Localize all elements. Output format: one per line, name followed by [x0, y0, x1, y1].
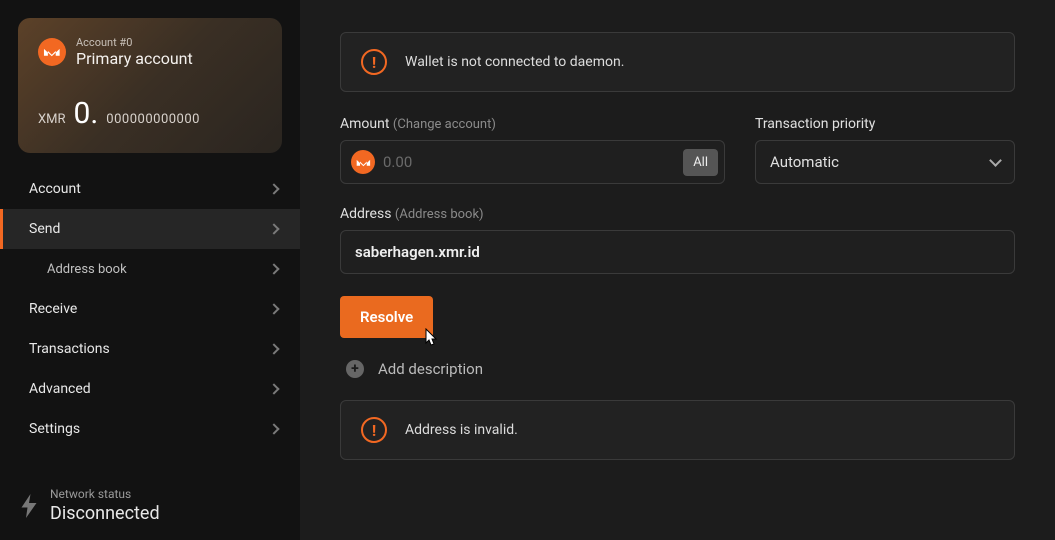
priority-selected: Automatic: [770, 153, 839, 171]
amount-label-wrap: Amount (Change account): [340, 116, 725, 132]
sidebar-item-label: Advanced: [29, 381, 91, 397]
sidebar-item-transactions[interactable]: Transactions: [0, 329, 300, 369]
sidebar-menu: Account Send Address book Receive Transa…: [0, 169, 300, 471]
chevron-right-icon: [268, 223, 279, 234]
warning-icon: !: [361, 49, 387, 75]
sidebar-item-settings[interactable]: Settings: [0, 409, 300, 449]
warning-icon: !: [361, 417, 387, 443]
main-content: ! Wallet is not connected to daemon. Amo…: [300, 0, 1055, 540]
address-label-wrap: Address (Address book): [340, 206, 1015, 222]
add-description-button[interactable]: + Add description: [346, 360, 1015, 378]
monero-logo-icon: [38, 38, 66, 66]
balance-integer: 0.: [74, 96, 99, 131]
network-status-label: Network status: [50, 487, 160, 501]
amount-input-box[interactable]: All: [340, 140, 725, 184]
address-input-box[interactable]: [340, 230, 1015, 274]
change-account-link[interactable]: (Change account): [393, 117, 496, 132]
address-label: Address: [340, 206, 391, 222]
chevron-right-icon: [268, 183, 279, 194]
sidebar-item-label: Account: [29, 181, 81, 197]
priority-label: Transaction priority: [755, 116, 1015, 132]
sidebar-item-receive[interactable]: Receive: [0, 289, 300, 329]
amount-input[interactable]: [383, 153, 675, 171]
daemon-warning-alert: ! Wallet is not connected to daemon.: [340, 32, 1015, 92]
chevron-right-icon: [268, 423, 279, 434]
sidebar-item-address-book[interactable]: Address book: [0, 249, 300, 289]
cursor-icon: [423, 328, 439, 348]
account-name: Primary account: [76, 49, 193, 68]
sidebar-item-account[interactable]: Account: [0, 169, 300, 209]
account-balance: XMR 0. 000000000000: [38, 96, 262, 131]
amount-label: Amount: [340, 116, 389, 132]
plus-icon: +: [346, 360, 364, 378]
alert-text: Address is invalid.: [405, 422, 518, 438]
invalid-address-alert: ! Address is invalid.: [340, 400, 1015, 460]
chevron-down-icon: [989, 154, 1002, 167]
priority-select[interactable]: Automatic: [755, 140, 1015, 184]
chevron-right-icon: [268, 303, 279, 314]
currency-label: XMR: [38, 112, 66, 127]
monero-logo-icon: [351, 150, 375, 174]
chevron-right-icon: [268, 263, 279, 274]
account-number: Account #0: [76, 36, 193, 49]
sidebar-item-label: Send: [29, 221, 60, 237]
sidebar-item-advanced[interactable]: Advanced: [0, 369, 300, 409]
chevron-right-icon: [268, 383, 279, 394]
sidebar: Account #0 Primary account XMR 0. 000000…: [0, 0, 300, 540]
sidebar-item-label: Receive: [29, 301, 77, 317]
alert-text: Wallet is not connected to daemon.: [405, 54, 624, 70]
resolve-button[interactable]: Resolve: [340, 296, 433, 338]
sidebar-item-send[interactable]: Send: [0, 209, 300, 249]
all-button[interactable]: All: [683, 149, 718, 176]
bolt-icon: [20, 494, 38, 518]
address-input[interactable]: [355, 243, 1000, 261]
network-status-value: Disconnected: [50, 503, 160, 524]
add-description-label: Add description: [378, 360, 483, 378]
account-card[interactable]: Account #0 Primary account XMR 0. 000000…: [18, 18, 282, 153]
address-book-link[interactable]: (Address book): [395, 207, 484, 222]
chevron-right-icon: [268, 343, 279, 354]
network-status-panel[interactable]: Network status Disconnected: [0, 471, 300, 540]
sidebar-item-label: Address book: [47, 262, 127, 277]
balance-fraction: 000000000000: [106, 112, 200, 127]
sidebar-item-label: Transactions: [29, 341, 110, 357]
sidebar-item-label: Settings: [29, 421, 80, 437]
